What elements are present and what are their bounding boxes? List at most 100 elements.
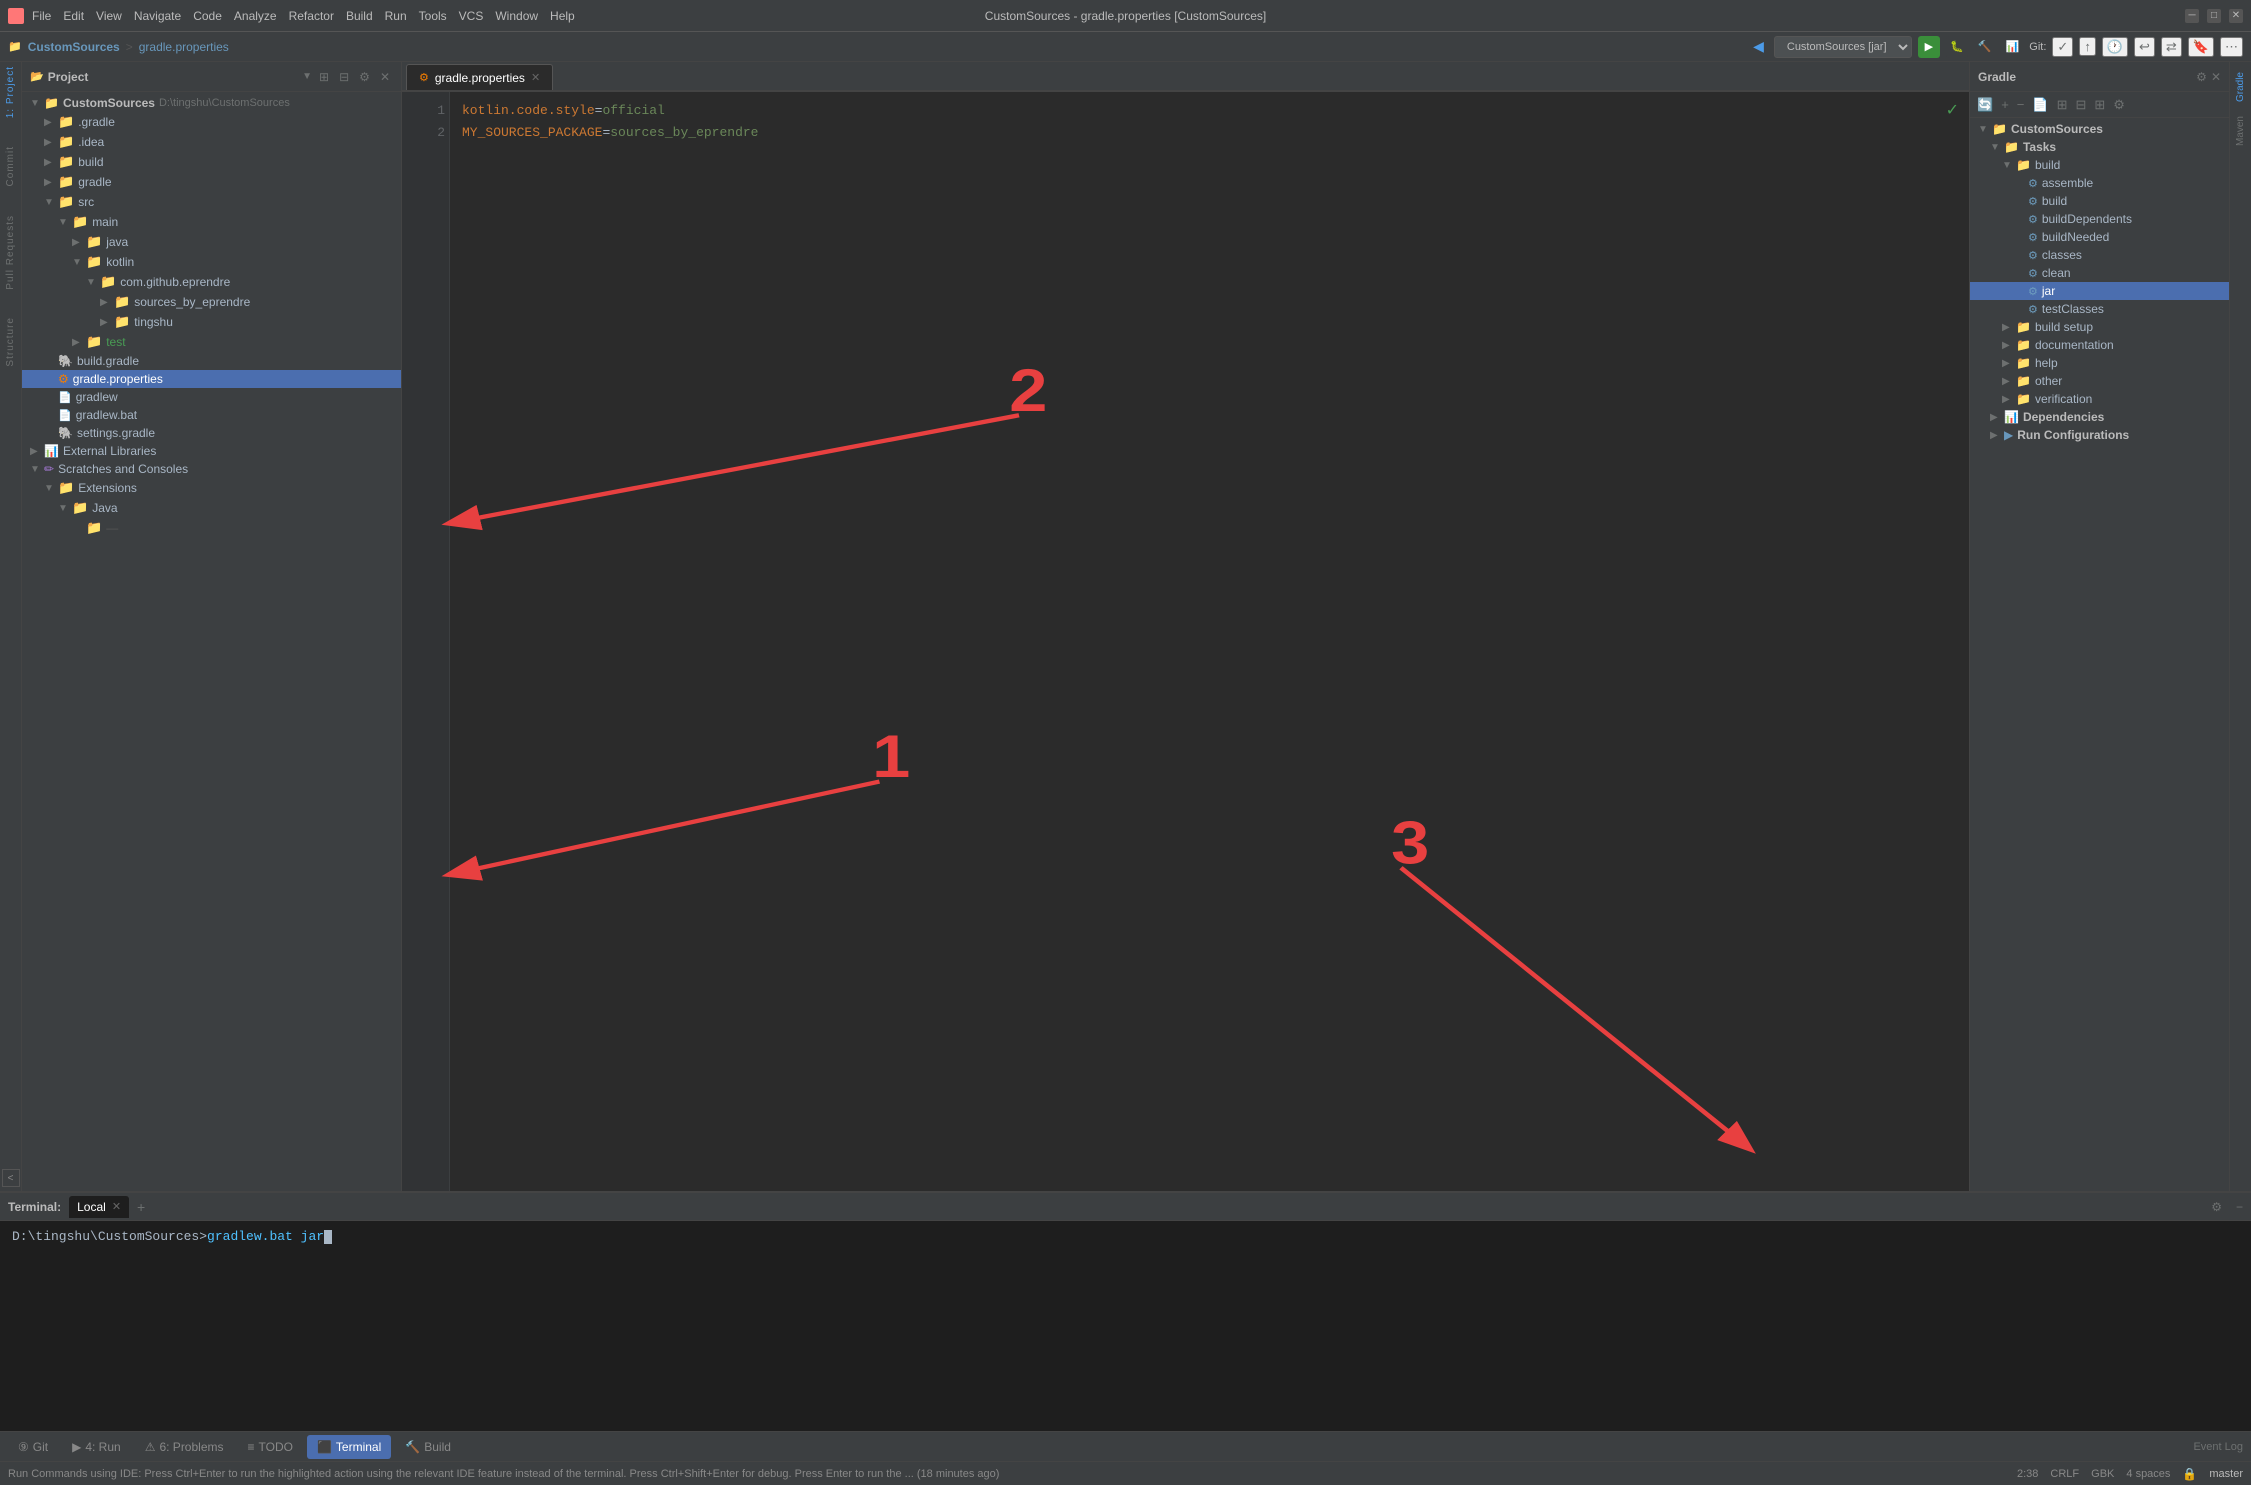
project-expand-icon[interactable]: ⊞: [316, 70, 332, 84]
tree-item-test[interactable]: ▶ 📁 test: [22, 332, 401, 352]
menu-edit[interactable]: Edit: [63, 9, 84, 23]
tree-item-tingshu[interactable]: ▶ 📁 tingshu: [22, 312, 401, 332]
gradle-task-build-needed[interactable]: ▶ ⚙ buildNeeded: [1970, 228, 2229, 246]
gradle-task-build-dependents[interactable]: ▶ ⚙ buildDependents: [1970, 210, 2229, 228]
gradle-build-setup[interactable]: ▶ 📁 build setup: [1970, 318, 2229, 336]
bottom-tab-run[interactable]: ▶ 4: Run: [62, 1435, 131, 1459]
project-collapse-icon[interactable]: ⊟: [336, 70, 352, 84]
right-sidebar-maven[interactable]: Maven: [2233, 110, 2248, 152]
git-branch-label[interactable]: master: [2209, 1468, 2243, 1480]
sidebar-expand-button[interactable]: <: [2, 1169, 20, 1187]
coverage-button[interactable]: 📊: [2002, 38, 2024, 55]
more-button[interactable]: ⋯: [2220, 37, 2243, 57]
terminal-tab-local[interactable]: Local ✕: [69, 1196, 129, 1218]
menu-build[interactable]: Build: [346, 9, 373, 23]
menu-analyze[interactable]: Analyze: [234, 9, 277, 23]
sidebar-project-label[interactable]: 1: Project: [3, 62, 18, 122]
gradle-dependencies[interactable]: ▶ 📊 Dependencies: [1970, 408, 2229, 426]
menu-navigate[interactable]: Navigate: [134, 9, 181, 23]
tree-item-settings-gradle[interactable]: ▶ 🐘 settings.gradle: [22, 424, 401, 442]
project-gear-icon[interactable]: ⚙: [356, 70, 373, 84]
tree-item-build-folder[interactable]: ▶ 📁 build: [22, 152, 401, 172]
gradle-task-test-classes[interactable]: ▶ ⚙ testClasses: [1970, 300, 2229, 318]
tree-item-extensions[interactable]: ▼ 📁 Extensions: [22, 478, 401, 498]
tree-item-gradlew-bat[interactable]: ▶ 📄 gradlew.bat: [22, 406, 401, 424]
gradle-collapse-button[interactable]: ⊟: [2072, 97, 2089, 113]
sidebar-commit-label[interactable]: Commit: [3, 142, 18, 190]
tree-item-scratches[interactable]: ▼ ✏ Scratches and Consoles: [22, 460, 401, 478]
bottom-tab-terminal[interactable]: ⬛ Terminal: [307, 1435, 391, 1459]
tree-item-java-sub[interactable]: ▶ 📁 —: [22, 518, 401, 538]
tree-item-main[interactable]: ▼ 📁 main: [22, 212, 401, 232]
terminal-content[interactable]: D:\tingshu\CustomSources>gradlew.bat jar: [0, 1221, 2251, 1431]
gradle-close-icon[interactable]: ✕: [2211, 70, 2221, 84]
git-push-button[interactable]: ↑: [2079, 37, 2096, 56]
menu-help[interactable]: Help: [550, 9, 575, 23]
gradle-script-button[interactable]: 📄: [2029, 97, 2051, 113]
status-indent[interactable]: 4 spaces: [2126, 1468, 2170, 1480]
tree-item-gradle-dir[interactable]: ▶ 📁 gradle: [22, 172, 401, 192]
tree-item-gradle-folder[interactable]: ▶ 📁 .gradle: [22, 112, 401, 132]
terminal-tab-close[interactable]: ✕: [112, 1200, 121, 1213]
git-rollback-button[interactable]: ↩: [2134, 37, 2155, 57]
bottom-tab-build[interactable]: 🔨 Build: [395, 1435, 461, 1459]
sidebar-pullreq-label[interactable]: Pull Requests: [3, 211, 18, 294]
tree-item-java-ext[interactable]: ▼ 📁 Java: [22, 498, 401, 518]
minimize-button[interactable]: ─: [2185, 9, 2199, 23]
build-button[interactable]: 🔨: [1974, 38, 1996, 55]
gradle-refresh-button[interactable]: 🔄: [1974, 97, 1996, 113]
tree-item-com-github[interactable]: ▼ 📁 com.github.eprendre: [22, 272, 401, 292]
gradle-add-button[interactable]: +: [1998, 97, 2012, 112]
tab-gradle-properties[interactable]: ⚙ gradle.properties ✕: [406, 64, 553, 90]
gradle-task-build[interactable]: ▶ ⚙ build: [1970, 192, 2229, 210]
event-log-link[interactable]: Event Log: [2193, 1441, 2243, 1453]
menu-code[interactable]: Code: [193, 9, 222, 23]
tree-item-build-gradle[interactable]: ▶ 🐘 build.gradle: [22, 352, 401, 370]
status-position[interactable]: 2:38: [2017, 1468, 2038, 1480]
tree-item-external-libs[interactable]: ▶ 📊 External Libraries: [22, 442, 401, 460]
sidebar-structure-label[interactable]: Structure: [3, 313, 18, 371]
gradle-other[interactable]: ▶ 📁 other: [1970, 372, 2229, 390]
gradle-documentation[interactable]: ▶ 📁 documentation: [1970, 336, 2229, 354]
gradle-task-classes[interactable]: ▶ ⚙ classes: [1970, 246, 2229, 264]
gradle-minus-button[interactable]: −: [2014, 97, 2028, 112]
bottom-tab-todo[interactable]: ≡ TODO: [238, 1435, 303, 1459]
project-close-icon[interactable]: ✕: [377, 70, 393, 84]
terminal-add-tab[interactable]: +: [137, 1199, 145, 1215]
back-button[interactable]: ◀: [1749, 36, 1768, 57]
run-button[interactable]: ▶: [1918, 36, 1940, 58]
tree-item-idea[interactable]: ▶ 📁 .idea: [22, 132, 401, 152]
gradle-build-folder[interactable]: ▼ 📁 build: [1970, 156, 2229, 174]
terminal-minimize-icon[interactable]: −: [2236, 1200, 2243, 1214]
close-button[interactable]: ✕: [2229, 9, 2243, 23]
menu-window[interactable]: Window: [495, 9, 538, 23]
gradle-task-jar[interactable]: ▶ ⚙ jar: [1970, 282, 2229, 300]
gradle-filter-button[interactable]: ⚙: [2110, 97, 2128, 113]
gradle-run-configs[interactable]: ▶ ▶ Run Configurations: [1970, 426, 2229, 444]
gradle-task-assemble[interactable]: ▶ ⚙ assemble: [1970, 174, 2229, 192]
run-config-dropdown[interactable]: CustomSources [jar]: [1774, 36, 1912, 58]
gradle-verification[interactable]: ▶ 📁 verification: [1970, 390, 2229, 408]
gradle-task-clean[interactable]: ▶ ⚙ clean: [1970, 264, 2229, 282]
maximize-button[interactable]: □: [2207, 9, 2221, 23]
tree-item-sources[interactable]: ▶ 📁 sources_by_eprendre: [22, 292, 401, 312]
bookmark-button[interactable]: 🔖: [2188, 37, 2214, 57]
menu-run[interactable]: Run: [385, 9, 407, 23]
tree-item-kotlin[interactable]: ▼ 📁 kotlin: [22, 252, 401, 272]
menu-vcs[interactable]: VCS: [459, 9, 484, 23]
menu-file[interactable]: File: [32, 9, 51, 23]
gradle-help[interactable]: ▶ 📁 help: [1970, 354, 2229, 372]
gradle-expand-button[interactable]: ⊞: [2054, 97, 2071, 113]
menu-view[interactable]: View: [96, 9, 122, 23]
status-encoding[interactable]: GBK: [2091, 1468, 2114, 1480]
debug-button[interactable]: 🐛: [1946, 36, 1968, 58]
tree-root[interactable]: ▼ 📁 CustomSources D:\tingshu\CustomSourc…: [22, 94, 401, 112]
tree-item-src[interactable]: ▼ 📁 src: [22, 192, 401, 212]
tree-item-gradle-props[interactable]: ▶ ⚙ gradle.properties: [22, 370, 401, 388]
gradle-tasks[interactable]: ▼ 📁 Tasks: [1970, 138, 2229, 156]
tab-close-gradle-properties[interactable]: ✕: [531, 71, 540, 84]
menu-tools[interactable]: Tools: [419, 9, 447, 23]
gradle-root[interactable]: ▼ 📁 CustomSources: [1970, 120, 2229, 138]
bottom-tab-git[interactable]: ⑨ Git: [8, 1435, 58, 1459]
git-diff-button[interactable]: ⇄: [2161, 37, 2182, 57]
